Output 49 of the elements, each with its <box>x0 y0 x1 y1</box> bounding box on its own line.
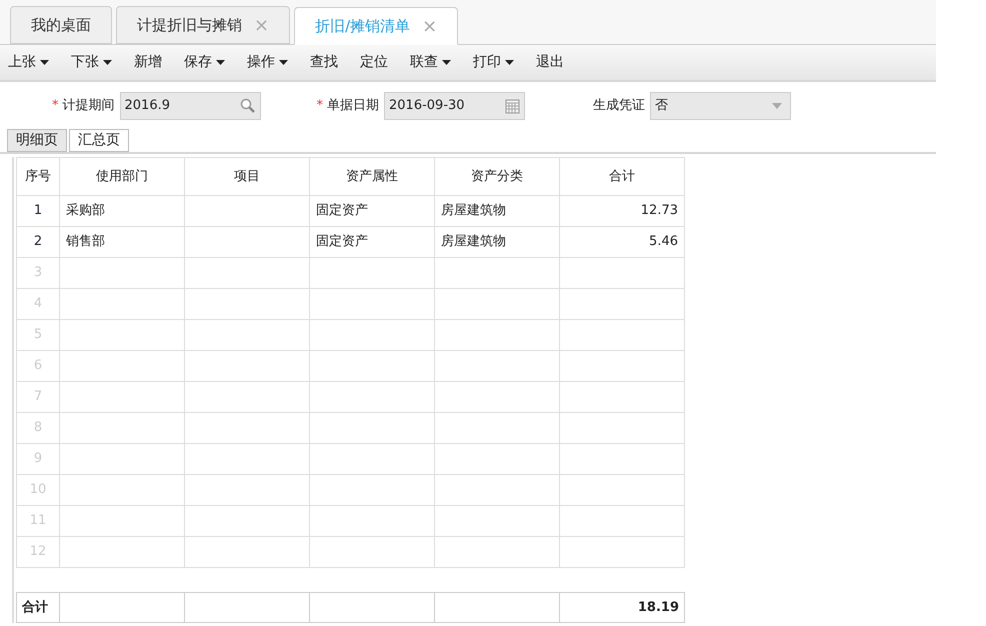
column-header: 资产属性 <box>310 158 434 196</box>
table-cell: 5.46 <box>560 226 684 258</box>
tab[interactable]: 汇总页 <box>69 129 129 152</box>
table-cell: 合计 <box>16 592 60 622</box>
toolbar-button[interactable]: 打印 <box>473 52 514 73</box>
column-header: 序号 <box>16 158 60 196</box>
toolbar-button[interactable]: 联查 <box>410 52 451 73</box>
field-label: 计提期间 <box>62 97 114 116</box>
input-field[interactable]: 否 <box>650 92 791 120</box>
toolbar-button[interactable]: 上张 <box>8 52 49 73</box>
toolbar-button[interactable]: 下张 <box>71 52 112 73</box>
table-cell: 2 <box>16 226 60 258</box>
table-cell: 采购部 <box>60 196 184 226</box>
required-mark: * <box>52 97 58 116</box>
caret-icon <box>103 60 112 65</box>
caret-icon <box>279 60 288 65</box>
field-label: 单据日期 <box>327 97 379 116</box>
caret-icon <box>442 60 451 65</box>
toolbar-button[interactable]: 操作 <box>247 52 288 73</box>
column-header: 使用部门 <box>60 158 184 196</box>
table-cell: 销售部 <box>60 226 184 258</box>
table-cell: 18.19 <box>560 592 684 622</box>
caret-icon <box>40 60 49 65</box>
table-cell: 房屋建筑物 <box>434 196 560 226</box>
table-cell: 1 <box>16 196 60 226</box>
table-cell: 房屋建筑物 <box>434 226 560 258</box>
column-header: 项目 <box>184 158 310 196</box>
column-header: 资产分类 <box>434 158 560 196</box>
tab[interactable]: 明细页 <box>7 129 67 152</box>
input-field[interactable]: 2016.9 <box>120 92 260 120</box>
dropdown-arrow-icon[interactable] <box>772 103 782 109</box>
caret-icon <box>216 60 225 65</box>
tab[interactable]: 计提折旧与摊销 × <box>116 6 290 44</box>
toolbar-button[interactable]: 查找 <box>310 52 338 73</box>
field-label: 生成凭证 <box>593 97 645 116</box>
table-cell: 12.73 <box>560 196 684 226</box>
toolbar-button[interactable]: 退出 <box>536 52 564 73</box>
caret-icon <box>505 60 514 65</box>
table-cell: 固定资产 <box>310 226 434 258</box>
tab[interactable]: 我的桌面 <box>10 6 112 44</box>
toolbar-button[interactable]: 保存 <box>184 52 225 73</box>
input-field[interactable]: 2016-09-30 <box>384 92 525 120</box>
required-mark: * <box>316 97 323 116</box>
toolbar-button[interactable]: 定位 <box>360 52 388 73</box>
calendar-icon[interactable] <box>505 98 520 114</box>
search-icon[interactable] <box>240 98 256 114</box>
table-cell: 固定资产 <box>310 196 434 226</box>
column-header: 合计 <box>560 158 684 196</box>
toolbar-button[interactable]: 新增 <box>134 52 162 73</box>
